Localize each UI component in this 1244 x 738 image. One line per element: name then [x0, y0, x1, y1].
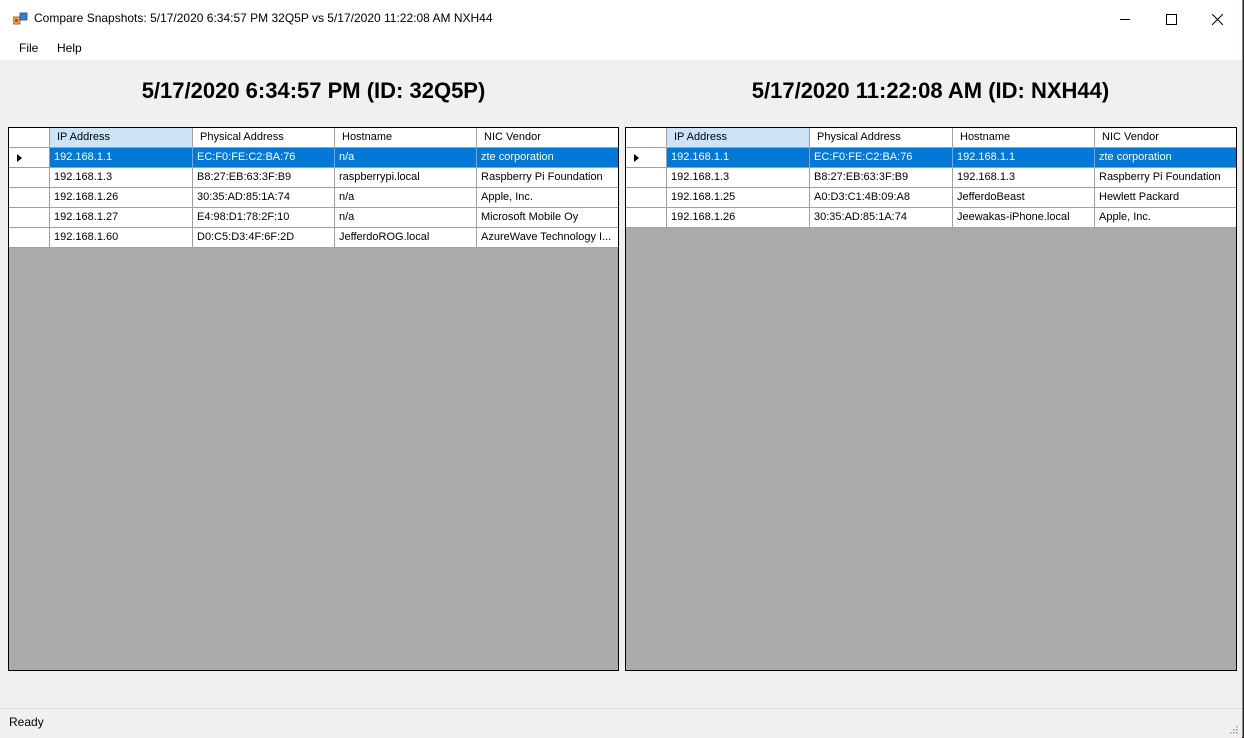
row-header[interactable]	[9, 188, 50, 208]
table-cell[interactable]: EC:F0:FE:C2:BA:76	[810, 148, 953, 168]
table-cell[interactable]: JefferdoBeast	[953, 188, 1095, 208]
table-cell[interactable]: 30:35:AD:85:1A:74	[810, 208, 953, 228]
column-header[interactable]: IP Address	[667, 128, 810, 148]
table-cell[interactable]: 192.168.1.27	[50, 208, 193, 228]
column-header[interactable]: Hostname	[335, 128, 477, 148]
table-row[interactable]: 192.168.1.26 30:35:AD:85:1A:74 Jeewakas-iP…	[626, 208, 1236, 228]
column-header[interactable]: NIC Vendor	[1095, 128, 1236, 148]
table-row[interactable]: 192.168.1.26 30:35:AD:85:1A:74 n/a Apple, I…	[9, 188, 618, 208]
close-icon	[1211, 13, 1223, 25]
table-cell[interactable]: E4:98:D1:78:2F:10	[193, 208, 335, 228]
maximize-button[interactable]	[1148, 0, 1194, 38]
grid-corner[interactable]	[9, 128, 50, 148]
table-cell[interactable]: B8:27:EB:63:3F:B9	[810, 168, 953, 188]
close-button[interactable]	[1194, 0, 1240, 38]
table-row[interactable]: 192.168.1.1 EC:F0:FE:C2:BA:76 192.168.1.1 z…	[626, 148, 1236, 168]
row-header[interactable]	[626, 168, 667, 188]
table-cell[interactable]: 192.168.1.1	[667, 148, 810, 168]
table-cell[interactable]: AzureWave Technology I...	[477, 228, 618, 248]
table-cell[interactable]: n/a	[335, 188, 477, 208]
left-snapshot-grid[interactable]: IP Address Physical Address Hostname NIC Ve…	[8, 127, 619, 671]
current-row-arrow-icon	[634, 154, 639, 162]
table-cell[interactable]: Apple, Inc.	[1095, 208, 1236, 228]
row-header[interactable]	[626, 208, 667, 228]
table-cell[interactable]: Microsoft Mobile Oy	[477, 208, 618, 228]
table-cell[interactable]: EC:F0:FE:C2:BA:76	[193, 148, 335, 168]
column-header[interactable]: NIC Vendor	[477, 128, 618, 148]
column-header[interactable]: Physical Address	[810, 128, 953, 148]
table-cell[interactable]: B8:27:EB:63:3F:B9	[193, 168, 335, 188]
table-cell[interactable]: raspberrypi.local	[335, 168, 477, 188]
table-cell[interactable]: zte corporation	[477, 148, 618, 168]
table-row[interactable]: 192.168.1.1 EC:F0:FE:C2:BA:76 n/a zte corpo…	[9, 148, 618, 168]
table-cell[interactable]: 192.168.1.60	[50, 228, 193, 248]
column-header-row: IP Address Physical Address Hostname NIC Ve…	[626, 128, 1236, 148]
table-cell[interactable]: 192.168.1.25	[667, 188, 810, 208]
app-icon	[13, 12, 28, 25]
table-row[interactable]: 192.168.1.25 A0:D3:C1:4B:09:A8 JefferdoBea…	[626, 188, 1236, 208]
table-cell[interactable]: 192.168.1.1	[953, 148, 1095, 168]
table-cell[interactable]: 192.168.1.26	[50, 188, 193, 208]
table-row[interactable]: 192.168.1.3 B8:27:EB:63:3F:B9 raspberrypi.…	[9, 168, 618, 188]
table-row[interactable]: 192.168.1.3 B8:27:EB:63:3F:B9 192.168.1.3 R…	[626, 168, 1236, 188]
minimize-button[interactable]	[1102, 0, 1148, 38]
table-cell[interactable]: 192.168.1.26	[667, 208, 810, 228]
table-cell[interactable]: 192.168.1.3	[953, 168, 1095, 188]
table-cell[interactable]: 192.168.1.3	[50, 168, 193, 188]
status-bar: Ready	[0, 708, 1242, 738]
table-cell[interactable]: Raspberry Pi Foundation	[477, 168, 618, 188]
column-header[interactable]: Physical Address	[193, 128, 335, 148]
row-header[interactable]	[626, 148, 667, 168]
table-row[interactable]: 192.168.1.27 E4:98:D1:78:2F:10 n/a Microsof…	[9, 208, 618, 228]
compare-snapshots-window: Compare Snapshots: 5/17/2020 6:34:57 PM …	[0, 0, 1243, 738]
table-cell[interactable]: D0:C5:D3:4F:6F:2D	[193, 228, 335, 248]
column-header[interactable]: IP Address	[50, 128, 193, 148]
table-cell[interactable]: 192.168.1.1	[50, 148, 193, 168]
table-cell[interactable]: Apple, Inc.	[477, 188, 618, 208]
table-cell[interactable]: A0:D3:C1:4B:09:A8	[810, 188, 953, 208]
column-header-row: IP Address Physical Address Hostname NIC Ve…	[9, 128, 618, 148]
table-cell[interactable]: n/a	[335, 208, 477, 228]
right-snapshot-grid[interactable]: IP Address Physical Address Hostname NIC Ve…	[625, 127, 1237, 671]
row-header[interactable]	[9, 168, 50, 188]
table-cell[interactable]: 192.168.1.3	[667, 168, 810, 188]
table-cell[interactable]: n/a	[335, 148, 477, 168]
maximize-icon	[1165, 13, 1177, 25]
minimize-icon	[1119, 18, 1130, 20]
right-snapshot-title: 5/17/2020 11:22:08 AM (ID: NXH44)	[751, 78, 1110, 103]
table-cell[interactable]: JefferdoROG.local	[335, 228, 477, 248]
row-header[interactable]	[9, 148, 50, 168]
menu-file[interactable]: File	[19, 38, 38, 60]
current-row-arrow-icon	[17, 154, 22, 162]
table-cell[interactable]: 30:35:AD:85:1A:74	[193, 188, 335, 208]
menu-bar: File Help	[0, 38, 1242, 60]
resize-grip-icon[interactable]	[1228, 724, 1238, 734]
row-header[interactable]	[9, 208, 50, 228]
table-cell[interactable]: Raspberry Pi Foundation	[1095, 168, 1236, 188]
column-header[interactable]: Hostname	[953, 128, 1095, 148]
row-header[interactable]	[9, 228, 50, 248]
left-snapshot-title: 5/17/2020 6:34:57 PM (ID: 32Q5P)	[141, 78, 486, 103]
table-cell[interactable]: zte corporation	[1095, 148, 1236, 168]
table-row[interactable]: 192.168.1.60 D0:C5:D3:4F:6F:2D JefferdoROG…	[9, 228, 618, 248]
menu-help[interactable]: Help	[57, 38, 82, 60]
row-header[interactable]	[626, 188, 667, 208]
table-cell[interactable]: Jeewakas-iPhone.local	[953, 208, 1095, 228]
grid-corner[interactable]	[626, 128, 667, 148]
title-bar[interactable]: Compare Snapshots: 5/17/2020 6:34:57 PM …	[0, 0, 1242, 38]
status-text: Ready	[9, 715, 44, 729]
table-cell[interactable]: Hewlett Packard	[1095, 188, 1236, 208]
window-title: Compare Snapshots: 5/17/2020 6:34:57 PM …	[34, 11, 493, 25]
